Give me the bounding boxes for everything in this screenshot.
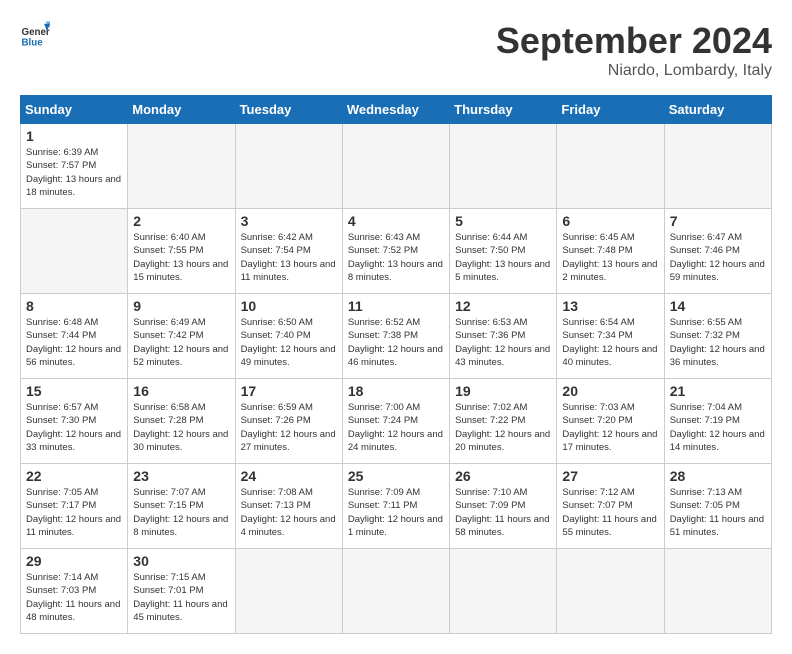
calendar-day bbox=[21, 209, 128, 294]
weekday-header: Saturday bbox=[664, 96, 771, 124]
calendar-week-row: 29Sunrise: 7:14 AMSunset: 7:03 PMDayligh… bbox=[21, 549, 772, 634]
svg-text:General: General bbox=[22, 27, 51, 38]
calendar-day: 1Sunrise: 6:39 AMSunset: 7:57 PMDaylight… bbox=[21, 124, 128, 209]
weekday-header: Sunday bbox=[21, 96, 128, 124]
calendar-day bbox=[342, 124, 449, 209]
calendar-day: 21Sunrise: 7:04 AMSunset: 7:19 PMDayligh… bbox=[664, 379, 771, 464]
calendar-day: 8Sunrise: 6:48 AMSunset: 7:44 PMDaylight… bbox=[21, 294, 128, 379]
calendar-day bbox=[235, 124, 342, 209]
month-title: September 2024 bbox=[496, 20, 772, 62]
calendar-day: 20Sunrise: 7:03 AMSunset: 7:20 PMDayligh… bbox=[557, 379, 664, 464]
calendar-day bbox=[128, 124, 235, 209]
calendar-day: 10Sunrise: 6:50 AMSunset: 7:40 PMDayligh… bbox=[235, 294, 342, 379]
calendar-day bbox=[235, 549, 342, 634]
calendar-day bbox=[664, 549, 771, 634]
calendar-week-row: 8Sunrise: 6:48 AMSunset: 7:44 PMDaylight… bbox=[21, 294, 772, 379]
calendar-day: 15Sunrise: 6:57 AMSunset: 7:30 PMDayligh… bbox=[21, 379, 128, 464]
weekday-header: Thursday bbox=[450, 96, 557, 124]
calendar-table: SundayMondayTuesdayWednesdayThursdayFrid… bbox=[20, 95, 772, 634]
calendar-day: 16Sunrise: 6:58 AMSunset: 7:28 PMDayligh… bbox=[128, 379, 235, 464]
calendar-week-row: 15Sunrise: 6:57 AMSunset: 7:30 PMDayligh… bbox=[21, 379, 772, 464]
calendar-day: 6Sunrise: 6:45 AMSunset: 7:48 PMDaylight… bbox=[557, 209, 664, 294]
calendar-day bbox=[557, 124, 664, 209]
calendar-day bbox=[450, 549, 557, 634]
calendar-day: 3Sunrise: 6:42 AMSunset: 7:54 PMDaylight… bbox=[235, 209, 342, 294]
calendar-week-row: 2Sunrise: 6:40 AMSunset: 7:55 PMDaylight… bbox=[21, 209, 772, 294]
calendar-day: 13Sunrise: 6:54 AMSunset: 7:34 PMDayligh… bbox=[557, 294, 664, 379]
calendar-day bbox=[664, 124, 771, 209]
calendar-day: 17Sunrise: 6:59 AMSunset: 7:26 PMDayligh… bbox=[235, 379, 342, 464]
calendar-day bbox=[557, 549, 664, 634]
location-title: Niardo, Lombardy, Italy bbox=[496, 62, 772, 80]
calendar-day: 24Sunrise: 7:08 AMSunset: 7:13 PMDayligh… bbox=[235, 464, 342, 549]
calendar-day: 30Sunrise: 7:15 AMSunset: 7:01 PMDayligh… bbox=[128, 549, 235, 634]
calendar-day: 12Sunrise: 6:53 AMSunset: 7:36 PMDayligh… bbox=[450, 294, 557, 379]
calendar-week-row: 22Sunrise: 7:05 AMSunset: 7:17 PMDayligh… bbox=[21, 464, 772, 549]
weekday-header: Wednesday bbox=[342, 96, 449, 124]
weekday-header: Tuesday bbox=[235, 96, 342, 124]
calendar-day bbox=[450, 124, 557, 209]
calendar-day: 2Sunrise: 6:40 AMSunset: 7:55 PMDaylight… bbox=[128, 209, 235, 294]
calendar-week-row: 1Sunrise: 6:39 AMSunset: 7:57 PMDaylight… bbox=[21, 124, 772, 209]
calendar-day: 26Sunrise: 7:10 AMSunset: 7:09 PMDayligh… bbox=[450, 464, 557, 549]
calendar-day bbox=[342, 549, 449, 634]
title-block: September 2024 Niardo, Lombardy, Italy bbox=[496, 20, 772, 80]
calendar-day: 5Sunrise: 6:44 AMSunset: 7:50 PMDaylight… bbox=[450, 209, 557, 294]
calendar-day: 19Sunrise: 7:02 AMSunset: 7:22 PMDayligh… bbox=[450, 379, 557, 464]
calendar-day: 23Sunrise: 7:07 AMSunset: 7:15 PMDayligh… bbox=[128, 464, 235, 549]
calendar-day: 9Sunrise: 6:49 AMSunset: 7:42 PMDaylight… bbox=[128, 294, 235, 379]
calendar-header-row: SundayMondayTuesdayWednesdayThursdayFrid… bbox=[21, 96, 772, 124]
calendar-day: 25Sunrise: 7:09 AMSunset: 7:11 PMDayligh… bbox=[342, 464, 449, 549]
calendar-day: 22Sunrise: 7:05 AMSunset: 7:17 PMDayligh… bbox=[21, 464, 128, 549]
calendar-day: 14Sunrise: 6:55 AMSunset: 7:32 PMDayligh… bbox=[664, 294, 771, 379]
calendar-day: 11Sunrise: 6:52 AMSunset: 7:38 PMDayligh… bbox=[342, 294, 449, 379]
weekday-header: Monday bbox=[128, 96, 235, 124]
calendar-day: 27Sunrise: 7:12 AMSunset: 7:07 PMDayligh… bbox=[557, 464, 664, 549]
calendar-day: 4Sunrise: 6:43 AMSunset: 7:52 PMDaylight… bbox=[342, 209, 449, 294]
page-header: General Blue September 2024 Niardo, Lomb… bbox=[20, 20, 772, 80]
calendar-day: 18Sunrise: 7:00 AMSunset: 7:24 PMDayligh… bbox=[342, 379, 449, 464]
logo-icon: General Blue bbox=[20, 20, 50, 50]
logo: General Blue bbox=[20, 20, 50, 50]
calendar-day: 29Sunrise: 7:14 AMSunset: 7:03 PMDayligh… bbox=[21, 549, 128, 634]
svg-text:Blue: Blue bbox=[22, 38, 44, 49]
calendar-day: 7Sunrise: 6:47 AMSunset: 7:46 PMDaylight… bbox=[664, 209, 771, 294]
weekday-header: Friday bbox=[557, 96, 664, 124]
calendar-day: 28Sunrise: 7:13 AMSunset: 7:05 PMDayligh… bbox=[664, 464, 771, 549]
